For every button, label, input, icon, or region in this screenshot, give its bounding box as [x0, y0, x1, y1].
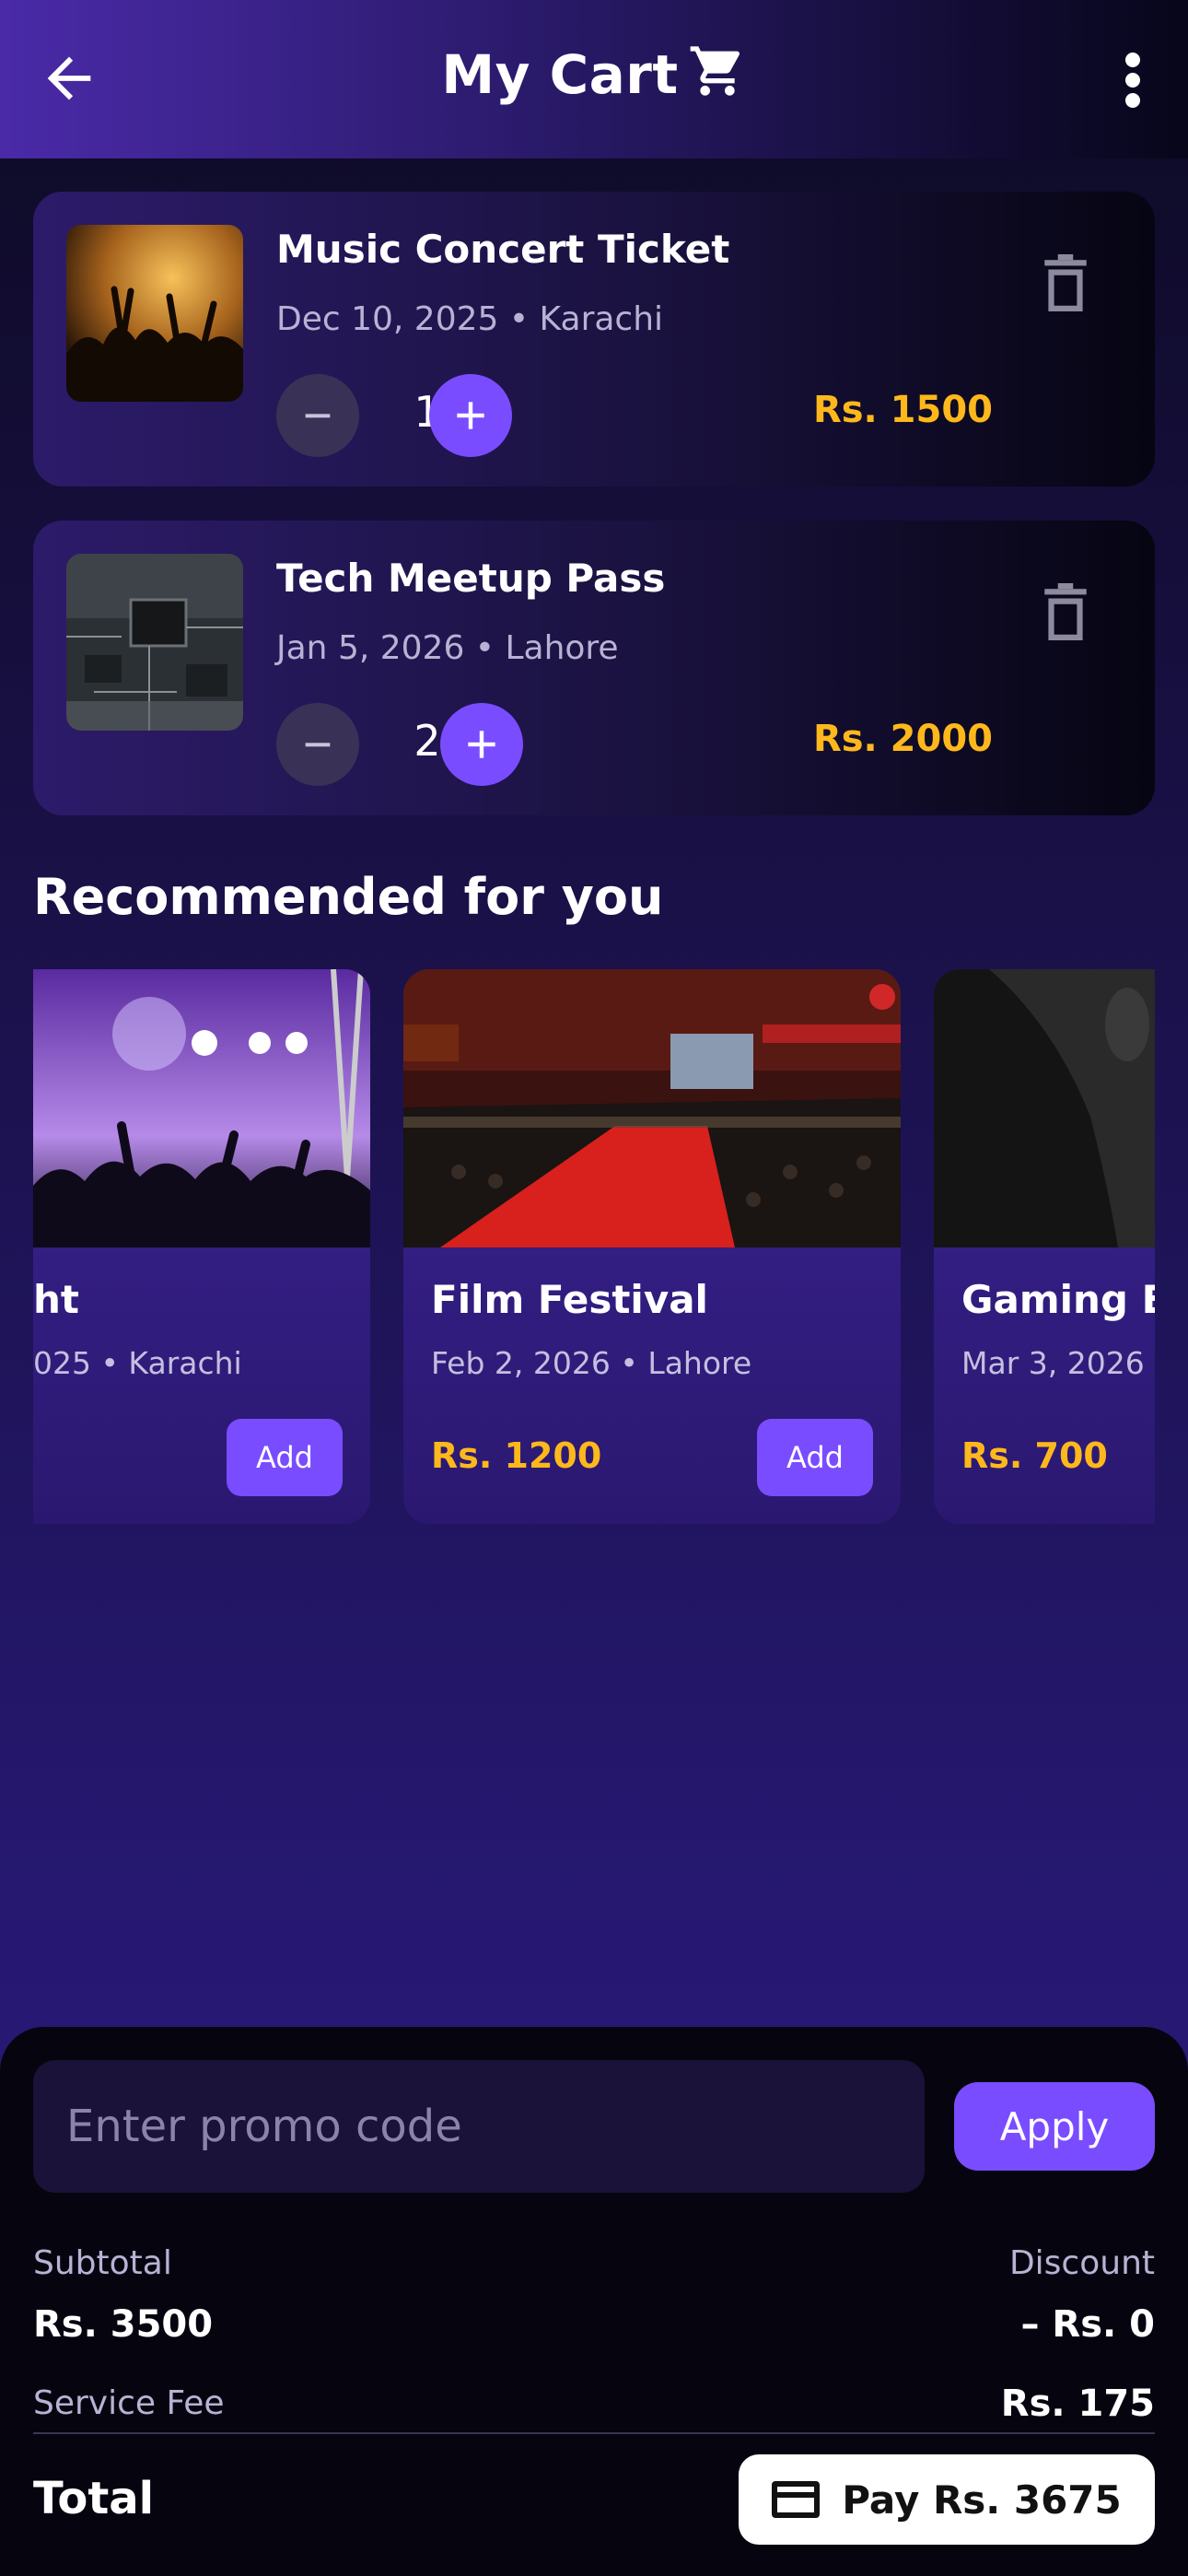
cart-icon — [690, 46, 740, 96]
item-date-location: Jan 5, 2026 • Lahore — [276, 629, 619, 667]
credit-card-icon — [772, 2481, 821, 2518]
event-date-location: Mar 3, 2026 • — [961, 1345, 1155, 1381]
page-title: My Cart — [0, 41, 1188, 106]
plus-icon — [468, 731, 495, 758]
cart-item: Tech Meetup Pass Jan 5, 2026 • Lahore 2 … — [33, 521, 1155, 815]
page-title-text: My Cart — [441, 43, 679, 106]
minus-icon — [305, 743, 331, 747]
discount-label: Discount — [1008, 2244, 1155, 2282]
divider — [33, 2432, 1155, 2434]
recommended-card[interactable]: Film Festival Feb 2, 2026 • Lahore Rs. 1… — [403, 969, 901, 1524]
discount-value: – Rs. 0 — [1020, 2303, 1156, 2346]
event-price: Rs. 700 — [961, 1435, 1108, 1476]
item-date-location: Dec 10, 2025 • Karachi — [276, 300, 664, 338]
decrease-quantity-button[interactable] — [276, 374, 359, 457]
plus-icon — [457, 402, 484, 429]
promo-code-input[interactable] — [33, 2060, 925, 2193]
event-name: Gaming E — [961, 1277, 1155, 1322]
event-price: Rs. 1200 — [431, 1435, 602, 1476]
add-button[interactable]: Add — [757, 1419, 873, 1496]
increase-quantity-button[interactable] — [429, 374, 512, 457]
concert-thumbnail — [66, 225, 243, 402]
recommended-card[interactable]: Gaming E Mar 3, 2026 • Rs. 700 — [934, 969, 1155, 1524]
increase-quantity-button[interactable] — [440, 703, 523, 786]
section-title: Recommended for you — [33, 868, 664, 926]
event-date-location: 025 • Karachi — [33, 1345, 242, 1381]
event-name: ht — [33, 1277, 79, 1322]
event-image — [403, 969, 901, 1247]
subtotal-value: Rs. 3500 — [33, 2303, 214, 2346]
cart-item: Music Concert Ticket Dec 10, 2025 • Kara… — [33, 192, 1155, 486]
pay-button[interactable]: Pay Rs. 3675 — [739, 2454, 1155, 2545]
service-fee-label: Service Fee — [33, 2384, 225, 2422]
event-date-location: Feb 2, 2026 • Lahore — [431, 1345, 752, 1381]
item-price: Rs. 1500 — [812, 389, 993, 431]
trash-icon[interactable] — [1042, 254, 1089, 311]
recommended-card[interactable]: ht 025 • Karachi Add — [33, 969, 370, 1524]
more-vert-icon[interactable] — [1114, 51, 1151, 110]
top-app-bar: My Cart — [0, 0, 1188, 158]
decrease-quantity-button[interactable] — [276, 703, 359, 786]
subtotal-label: Subtotal — [33, 2244, 172, 2282]
pay-button-label: Pay Rs. 3675 — [842, 2476, 1122, 2523]
event-name: Film Festival — [431, 1277, 708, 1322]
apply-button[interactable]: Apply — [954, 2082, 1155, 2171]
item-name: Music Concert Ticket — [276, 227, 730, 272]
trash-icon[interactable] — [1042, 583, 1089, 640]
item-price: Rs. 2000 — [812, 718, 993, 760]
event-image — [33, 969, 370, 1247]
service-fee-value: Rs. 175 — [1000, 2383, 1155, 2425]
minus-icon — [305, 414, 331, 418]
checkout-panel: Apply Subtotal Rs. 3500 Discount – Rs. 0… — [0, 2027, 1188, 2576]
event-image — [934, 969, 1155, 1247]
tech-thumbnail — [66, 554, 243, 731]
item-name: Tech Meetup Pass — [276, 556, 666, 601]
total-label: Total — [33, 2473, 155, 2524]
add-button[interactable]: Add — [227, 1419, 343, 1496]
recommended-carousel[interactable]: ht 025 • Karachi Add Film Festival Feb 2… — [33, 969, 1155, 1524]
